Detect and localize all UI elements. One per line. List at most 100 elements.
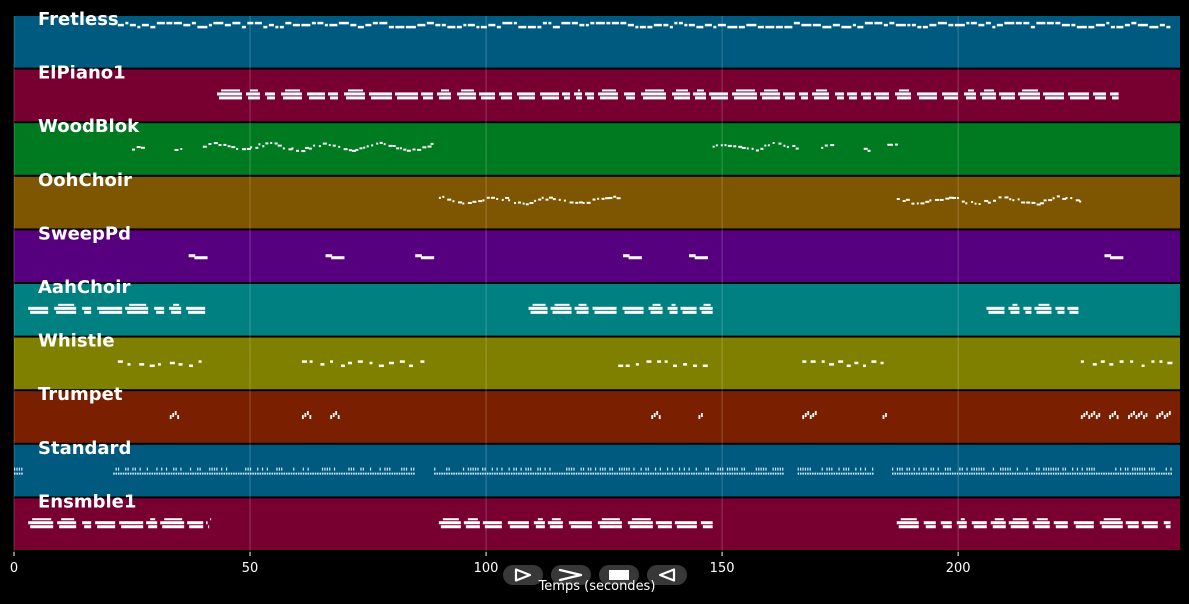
note (1009, 472, 1012, 475)
note (161, 467, 163, 471)
note (410, 472, 413, 475)
note (484, 467, 486, 471)
note (1048, 199, 1053, 202)
note (210, 518, 212, 521)
note (613, 195, 617, 198)
note (923, 467, 925, 471)
note (692, 92, 706, 96)
note (985, 472, 988, 475)
note (462, 472, 465, 475)
play-icon (514, 568, 532, 582)
note (1056, 195, 1060, 198)
note (1044, 96, 1064, 100)
note (220, 89, 240, 92)
note (703, 303, 711, 306)
note (639, 25, 646, 29)
note (676, 472, 679, 475)
note (443, 472, 446, 475)
note (724, 144, 727, 147)
note (438, 521, 461, 525)
note (622, 306, 644, 310)
note (1057, 472, 1060, 475)
note (587, 467, 589, 471)
note (353, 472, 355, 475)
note (532, 472, 535, 475)
note (441, 23, 446, 27)
fast-forward-button[interactable] (551, 565, 591, 585)
note (156, 310, 165, 314)
note (265, 142, 269, 145)
note (947, 472, 949, 475)
note (582, 467, 585, 471)
note (1026, 201, 1031, 204)
note (324, 23, 328, 27)
note (178, 363, 183, 366)
note (309, 472, 312, 475)
note (119, 521, 144, 525)
note (408, 472, 410, 475)
note (957, 196, 960, 199)
stop-button[interactable] (599, 565, 639, 585)
note (149, 364, 155, 368)
note (502, 21, 513, 25)
note (657, 525, 672, 529)
note (863, 147, 868, 150)
rewind-button[interactable] (647, 565, 687, 585)
note (335, 411, 338, 416)
note (204, 472, 206, 475)
note (1067, 306, 1079, 310)
note (1088, 25, 1095, 29)
note (992, 525, 1006, 529)
note (1116, 25, 1124, 29)
note (659, 467, 661, 471)
note (689, 254, 696, 258)
note (405, 25, 416, 29)
note (501, 467, 503, 471)
note (84, 310, 92, 314)
note (1007, 467, 1009, 471)
note (312, 472, 314, 475)
note (590, 467, 592, 471)
note (1043, 472, 1045, 475)
note (1081, 467, 1083, 471)
note (1146, 472, 1148, 475)
note (529, 202, 534, 205)
note (1045, 467, 1047, 471)
note (99, 310, 123, 314)
note (480, 96, 495, 100)
note (966, 467, 968, 471)
note (762, 472, 765, 475)
note (736, 472, 739, 475)
note (460, 472, 463, 475)
note (757, 25, 764, 29)
note (1129, 472, 1132, 475)
note (864, 21, 873, 25)
fast-forward-icon (558, 568, 583, 582)
piano-roll: Fretless ElPiano1 WoodBlok OohChoir SweepPd A… (10, 9, 1180, 594)
note (1076, 467, 1079, 471)
note (952, 196, 957, 199)
note (1163, 521, 1171, 525)
note (435, 23, 441, 27)
note (568, 521, 592, 525)
note (666, 467, 669, 471)
note (908, 472, 911, 475)
note (667, 306, 678, 310)
note (194, 256, 208, 260)
note (992, 25, 996, 29)
note (537, 518, 543, 521)
note (157, 363, 161, 366)
note (254, 472, 257, 475)
note (311, 21, 316, 25)
note (61, 518, 75, 521)
note (1025, 310, 1032, 314)
note (1132, 467, 1134, 471)
note (281, 467, 283, 471)
play-button[interactable] (503, 565, 543, 585)
note (197, 25, 208, 29)
note (784, 25, 793, 29)
note (1127, 467, 1129, 471)
note (652, 303, 661, 306)
note (821, 146, 824, 149)
note (792, 144, 796, 147)
